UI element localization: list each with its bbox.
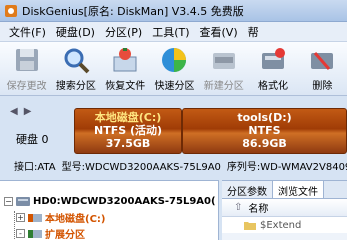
recover-file-button[interactable]: 恢复文件 — [101, 42, 150, 96]
menu-tools[interactable]: 工具(T) — [147, 24, 194, 40]
file-name: $Extend — [260, 219, 302, 231]
file-list-header: ⇧ 名称 — [222, 199, 347, 217]
format-icon — [262, 48, 286, 69]
extended-partition-icon — [28, 229, 42, 238]
disk-label: 硬盘 0 — [16, 133, 49, 146]
detail-panel: 分区参数 浏览文件 ⇧ 名称 $Extend — [222, 180, 347, 240]
partition-icon — [28, 213, 42, 222]
file-row[interactable]: $Extend — [222, 217, 347, 233]
toolbar: 保存更改 搜索分区 恢复文件 快速分区 新建分区 格式化 删除 — [0, 42, 347, 96]
title-bar: DiskGenius[原名: DiskMan] V3.4.5 免费版 — [0, 0, 347, 22]
tree-connector — [14, 211, 15, 240]
window-title: DiskGenius[原名: DiskMan] V3.4.5 免费版 — [22, 4, 244, 18]
tree-item-c[interactable]: + 本地磁盘(C:) — [0, 209, 218, 225]
search-partition-button[interactable]: 搜索分区 — [51, 42, 100, 96]
tab-browse-files[interactable]: 浏览文件 — [273, 181, 324, 198]
tree-disk-row[interactable]: − HD0:WDCWD3200AAKS-75L9A0( — [0, 193, 218, 209]
lower-area: − HD0:WDCWD3200AAKS-75L9A0( + 本地磁盘(C:) -… — [0, 180, 347, 240]
partition-d-fs: NTFS — [248, 124, 281, 137]
app-icon — [5, 4, 17, 17]
folder-icon — [244, 222, 256, 230]
quick-partition-button[interactable]: 快速分区 — [150, 42, 199, 96]
menu-bar: 文件(F) 硬盘(D) 分区(P) 工具(T) 查看(V) 帮 — [0, 22, 347, 42]
disk-serial: 序列号:WD-WMAV2V840927 — [226, 161, 347, 173]
new-partition-icon — [212, 53, 235, 69]
disk-interface: 接口:ATA — [14, 161, 56, 173]
tree-item-extended-label: 扩展分区 — [45, 229, 85, 240]
save-icon — [15, 49, 38, 71]
partition-d[interactable]: tools(D:) NTFS 86.9GB — [182, 108, 347, 154]
detail-tabs: 分区参数 浏览文件 — [222, 181, 347, 199]
collapse-extended-icon[interactable]: - — [16, 228, 25, 238]
column-name-header[interactable]: 名称 — [248, 200, 268, 215]
menu-file[interactable]: 文件(F) — [4, 24, 51, 40]
disk-info: 接口:ATA 型号:WDCWD3200AAKS-75L9A0 序列号:WD-WM… — [0, 155, 347, 175]
collapse-toggle-icon[interactable]: − — [4, 196, 13, 206]
format-button[interactable]: 格式化 — [248, 42, 297, 96]
disk-model: 型号:WDCWD3200AAKS-75L9A0 — [61, 161, 221, 173]
tree-item-c-label: 本地磁盘(C:) — [45, 213, 106, 225]
quick-partition-icon — [162, 48, 187, 72]
save-changes-label: 保存更改 — [6, 81, 47, 92]
partition-c[interactable]: 本地磁盘(C:) NTFS (活动) 37.5GB — [74, 108, 182, 154]
prev-disk-icon[interactable]: ◀ — [10, 106, 18, 117]
recover-file-label: 恢复文件 — [105, 81, 146, 92]
hard-disk-icon — [16, 196, 30, 206]
tree-item-extended[interactable]: - 扩展分区 — [0, 225, 218, 240]
up-folder-icon[interactable]: ⇧ — [234, 202, 242, 213]
tab-partition-params[interactable]: 分区参数 — [222, 181, 273, 198]
next-disk-icon[interactable]: ▶ — [24, 106, 32, 117]
expand-toggle-icon[interactable]: + — [16, 212, 25, 222]
delete-label: 删除 — [312, 81, 333, 92]
partition-c-size: 37.5GB — [105, 137, 151, 150]
partition-c-fs: NTFS (活动) — [93, 124, 163, 137]
disk-tree: − HD0:WDCWD3200AAKS-75L9A0( + 本地磁盘(C:) -… — [0, 180, 219, 240]
delete-icon — [311, 52, 334, 70]
new-partition-button[interactable]: 新建分区 — [199, 42, 248, 96]
format-label: 格式化 — [258, 81, 289, 92]
partition-d-size: 86.9GB — [242, 137, 287, 150]
tree-disk-label: HD0:WDCWD3200AAKS-75L9A0( — [33, 195, 216, 207]
quick-partition-label: 快速分区 — [154, 81, 195, 92]
disk-map: ◀ ▶ 硬盘 0 本地磁盘(C:) NTFS (活动) 37.5GB tools… — [0, 96, 347, 180]
save-changes-button[interactable]: 保存更改 — [2, 42, 51, 96]
new-partition-label: 新建分区 — [203, 81, 244, 92]
delete-button[interactable]: 删除 — [298, 42, 347, 96]
menu-help[interactable]: 帮 — [243, 24, 264, 40]
partition-c-name: 本地磁盘(C:) — [94, 111, 162, 124]
menu-partition[interactable]: 分区(P) — [100, 24, 147, 40]
search-partition-icon — [64, 48, 90, 74]
menu-disk[interactable]: 硬盘(D) — [51, 24, 100, 40]
partition-d-name: tools(D:) — [237, 111, 292, 124]
menu-view[interactable]: 查看(V) — [195, 24, 243, 40]
recover-file-icon — [113, 48, 137, 72]
search-partition-label: 搜索分区 — [55, 81, 96, 92]
disk-nav: ◀ ▶ — [10, 106, 31, 117]
